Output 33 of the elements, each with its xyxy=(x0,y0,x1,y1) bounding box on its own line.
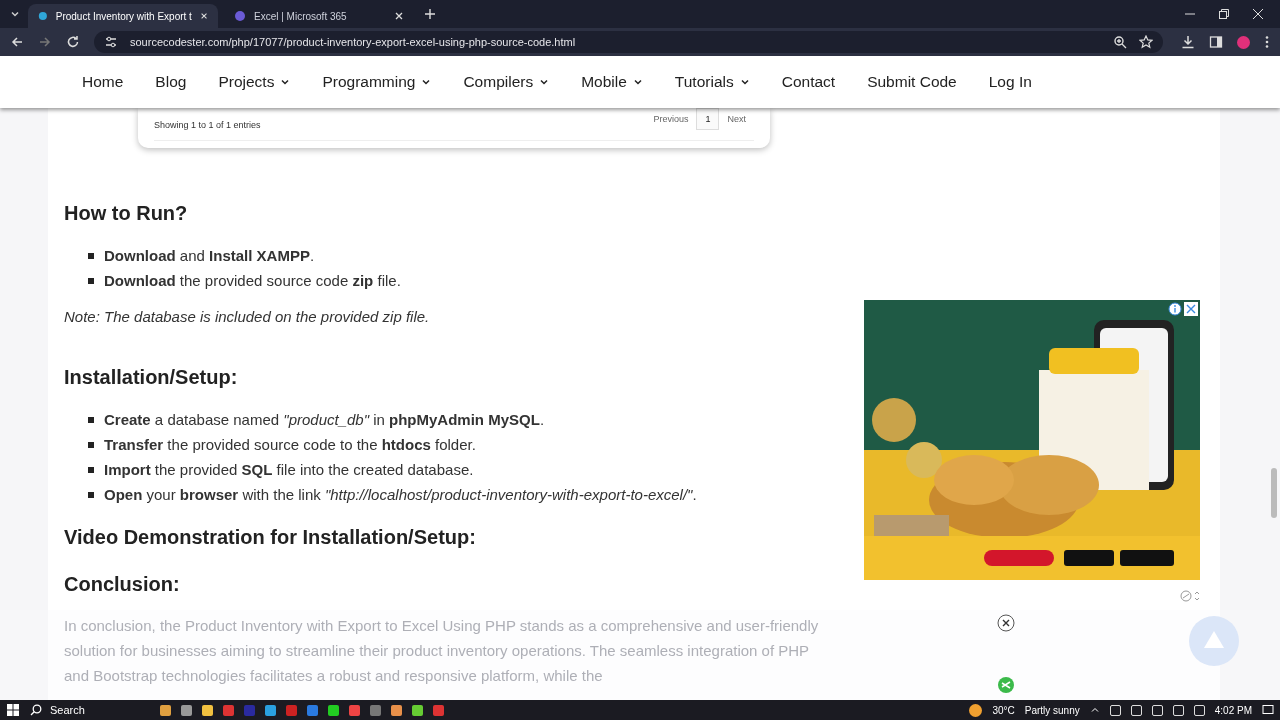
browser-tab[interactable]: Excel | Microsoft 365 xyxy=(224,4,414,28)
list-item-text: Open your browser with the link "http://localhost/product-inventory-with-export-to-excel/". xyxy=(104,486,697,503)
pagination-link[interactable]: 1 xyxy=(696,108,720,130)
section-heading: Video Demonstration for Installation/Setup: xyxy=(64,526,477,549)
nav-link[interactable]: Log In xyxy=(972,73,1048,91)
clock-text[interactable]: 4:02 PM xyxy=(1214,704,1252,716)
note-text: Note: The database is included on the provided zip file. xyxy=(64,308,431,325)
list-item-text: Download and Install XAMPP. xyxy=(104,247,315,264)
list-item-text: Transfer the provided source code to the htdocs folder. xyxy=(104,436,476,453)
nav-link[interactable]: Compilers xyxy=(447,73,566,91)
section-heading: Installation/Setup: xyxy=(64,366,239,389)
nav-link[interactable]: Programming xyxy=(306,73,448,91)
nav-link[interactable]: Projects xyxy=(202,73,307,91)
browser-tab[interactable]: Product Inventory with Export t xyxy=(28,4,218,28)
address-field[interactable]: sourcecodester.com/php/17077/product-inventory-export-excel-using-php-source-code.html xyxy=(94,31,1163,53)
section-heading: Conclusion: xyxy=(64,573,181,596)
temperature-text: 30°C xyxy=(992,704,1015,716)
nav-link[interactable]: Blog xyxy=(139,73,203,91)
nav-link[interactable]: Submit Code xyxy=(851,73,973,91)
section-heading: How to Run? xyxy=(64,202,189,225)
nav-link[interactable]: Home xyxy=(66,73,140,91)
paragraph-text: In conclusion, the Product Inventory with Export to Excel Using PHP stands as a comprehensive and user-friendly solution for businesses aiming to streamline their product inventory operations. The seamless integration of PHP and Bootstrap technologies facilitates a robust and responsive platform, while the xyxy=(64,616,820,686)
list-item-text: Create a database named "product_db" in phpMyAdmin MySQL. xyxy=(104,411,545,428)
list-item-text: Download the provided source code zip file. xyxy=(104,272,401,289)
taskbar-search[interactable]: Search xyxy=(30,704,150,716)
pagination-link[interactable]: Next xyxy=(719,109,754,129)
list-item-text: Import the provided SQL file into the created database. xyxy=(104,461,474,478)
table-info-text: Showing 1 to 1 of 1 entries xyxy=(154,120,261,130)
nav-link[interactable]: Mobile xyxy=(565,73,659,91)
nav-link[interactable]: Contact xyxy=(765,73,852,91)
pagination-link[interactable]: Previous xyxy=(645,109,697,129)
weather-text: Partly sunny xyxy=(1024,704,1080,716)
nav-link[interactable]: Tutorials xyxy=(658,73,766,91)
